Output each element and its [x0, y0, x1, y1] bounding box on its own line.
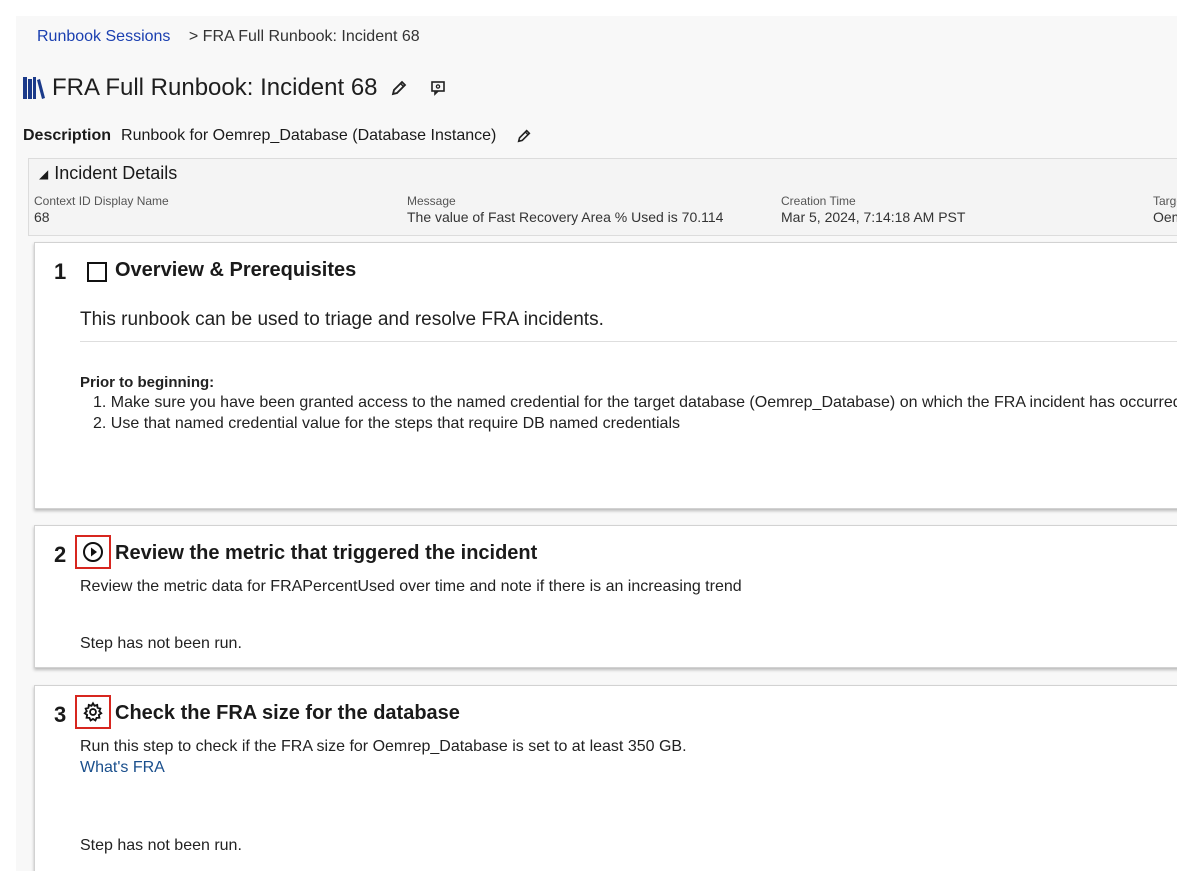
step-status: Step has not been run. — [80, 837, 242, 854]
edit-description-pencil-icon[interactable] — [516, 128, 532, 144]
runbook-books-icon — [23, 77, 45, 99]
step-card-3: 3 Check the FRA size for the database Ru… — [34, 685, 1177, 871]
step-description: Review the metric data for FRAPercentUse… — [80, 578, 742, 595]
step-number: 1 — [54, 259, 67, 284]
step-title: Check the FRA size for the database — [115, 702, 460, 724]
field-value: The value of Fast Recovery Area % Used i… — [407, 209, 724, 225]
collapse-triangle-icon: ◢ — [39, 166, 49, 181]
field-value: Mar 5, 2024, 7:14:18 AM PST — [781, 209, 966, 225]
description-label: Description — [23, 127, 112, 144]
title-row: FRA Full Runbook: Incident 68 — [22, 74, 446, 102]
field-label: Message — [407, 194, 456, 208]
field-creation-time: Creation Time Mar 5, 2024, 7:14:18 AM PS… — [781, 194, 965, 225]
description-row: Description Runbook for Oemrep_Database … — [23, 127, 532, 145]
gear-icon — [83, 701, 103, 722]
step-number: 3 — [54, 702, 67, 727]
step-title: Review the metric that triggered the inc… — [115, 542, 538, 564]
field-value: 68 — [34, 209, 50, 225]
field-label: Targe — [1153, 194, 1177, 208]
incident-details-title: Incident Details — [54, 163, 178, 183]
field-context-id: Context ID Display Name 68 — [34, 194, 169, 225]
description-value: Runbook for Oemrep_Database (Database In… — [121, 127, 497, 144]
page-title: FRA Full Runbook: Incident 68 — [52, 74, 378, 101]
breadcrumb-runbook-sessions-link[interactable]: Runbook Sessions — [37, 28, 170, 45]
list-item: 2. Use that named credential value for t… — [93, 415, 680, 432]
field-label: Creation Time — [781, 194, 856, 208]
page: Runbook Sessions > FRA Full Runbook: Inc… — [16, 16, 1177, 871]
field-target: Targe Oem — [1153, 194, 1177, 225]
step-status: Step has not been run. — [80, 635, 242, 652]
step-title: Overview & Prerequisites — [115, 259, 357, 281]
field-value: Oem — [1153, 209, 1177, 225]
breadcrumb-separator: > — [188, 28, 199, 45]
divider — [80, 341, 1177, 342]
step-description: Run this step to check if the FRA size f… — [80, 738, 687, 755]
list-item: 1. Make sure you have been granted acces… — [93, 394, 1177, 411]
whats-fra-link[interactable]: What's FRA — [80, 759, 165, 777]
incident-details-toggle[interactable]: ◢ Incident Details — [39, 163, 177, 184]
field-message: Message The value of Fast Recovery Area … — [407, 194, 723, 225]
step-lead-text: This runbook can be used to triage and r… — [80, 309, 604, 330]
breadcrumb: Runbook Sessions > FRA Full Runbook: Inc… — [37, 28, 420, 46]
play-circle-icon — [83, 542, 103, 562]
field-label: Context ID Display Name — [34, 194, 169, 208]
breadcrumb-current: FRA Full Runbook: Incident 68 — [202, 28, 420, 45]
pencil-icon[interactable] — [390, 79, 408, 97]
prior-label: Prior to beginning: — [80, 374, 215, 391]
run-step-button[interactable] — [75, 535, 111, 569]
step-card-1: 1 Overview & Prerequisites This runbook … — [34, 242, 1177, 509]
incident-details-panel: ◢ Incident Details Context ID Display Na… — [28, 158, 1177, 236]
configure-step-button[interactable] — [75, 695, 111, 729]
checkbox-icon[interactable] — [87, 262, 107, 282]
comment-icon[interactable] — [430, 80, 446, 96]
step-number: 2 — [54, 542, 67, 567]
step-card-2: 2 Review the metric that triggered the i… — [34, 525, 1177, 668]
